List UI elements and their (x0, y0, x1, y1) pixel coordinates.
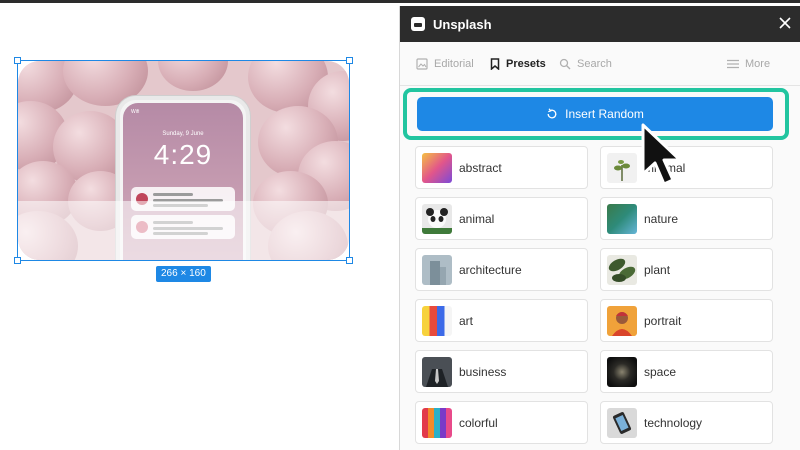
preset-label: portrait (644, 314, 682, 328)
tab-search[interactable]: Search (559, 42, 612, 86)
preset-thumbnail (422, 204, 452, 234)
preset-thumbnail (607, 204, 637, 234)
tab-label: Presets (506, 58, 546, 70)
preset-label: architecture (459, 263, 522, 277)
mouse-cursor-icon (641, 123, 682, 186)
preset-label: nature (644, 212, 679, 226)
preset-business[interactable]: business (415, 350, 588, 393)
preset-label: technology (644, 416, 703, 430)
menu-icon (727, 59, 739, 69)
preset-art[interactable]: art (415, 299, 588, 342)
panel-title: Unsplash (433, 17, 492, 32)
preset-label: animal (459, 212, 495, 226)
refresh-icon (546, 108, 558, 120)
close-icon[interactable] (779, 13, 791, 33)
bookmark-icon (490, 58, 500, 70)
preset-thumbnail (422, 255, 452, 285)
image-icon (416, 58, 428, 70)
preset-thumbnail (607, 255, 637, 285)
preset-label: abstract (459, 161, 502, 175)
preset-thumbnail (607, 408, 637, 438)
tab-label: Editorial (434, 58, 474, 70)
tab-label: Search (577, 58, 612, 70)
panel-header: Unsplash (400, 6, 800, 42)
preset-label: space (644, 365, 677, 379)
preset-colorful[interactable]: colorful (415, 401, 588, 444)
preset-thumbnail (422, 153, 452, 183)
resize-handle-bottom-left[interactable] (14, 257, 21, 264)
resize-handle-bottom-right[interactable] (346, 257, 353, 264)
image-reflection-overlay (18, 201, 349, 260)
insert-random-button[interactable]: Insert Random (417, 97, 773, 131)
preset-animal[interactable]: animal (415, 197, 588, 240)
preset-thumbnail (607, 306, 637, 336)
preset-label: art (459, 314, 474, 328)
preset-architecture[interactable]: architecture (415, 248, 588, 291)
tab-label: More (745, 58, 771, 70)
phone-status-text: Wifi (131, 109, 140, 115)
search-icon (559, 58, 571, 70)
canvas-image: Wifi Sunday, 9 June 4:29 (18, 61, 349, 260)
preset-label: colorful (459, 416, 498, 430)
preset-abstract[interactable]: abstract (415, 146, 588, 189)
dimensions-badge: 266 × 160 (156, 266, 211, 282)
preset-thumbnail (607, 153, 637, 183)
tab-presets[interactable]: Presets (490, 42, 546, 86)
top-toolbar-strip (0, 0, 800, 3)
unsplash-plugin-panel: Unsplash Editorial Presets Search More I… (399, 6, 800, 450)
tab-bar: Editorial Presets Search More (400, 42, 800, 86)
insert-random-highlight: Insert Random (403, 88, 789, 140)
preset-space[interactable]: space (600, 350, 773, 393)
preset-portrait[interactable]: portrait (600, 299, 773, 342)
preset-technology[interactable]: technology (600, 401, 773, 444)
preset-label: plant (644, 263, 671, 277)
resize-handle-top-left[interactable] (14, 57, 21, 64)
selected-image-frame[interactable]: Wifi Sunday, 9 June 4:29 (14, 57, 353, 264)
preset-thumbnail (422, 357, 452, 387)
preset-thumbnail (422, 306, 452, 336)
tab-editorial[interactable]: Editorial (416, 42, 474, 86)
preset-thumbnail (422, 408, 452, 438)
preset-nature[interactable]: nature (600, 197, 773, 240)
insert-random-label: Insert Random (565, 107, 644, 121)
phone-time-text: 4:29 (153, 139, 213, 170)
phone-date-text: Sunday, 9 June (162, 131, 204, 137)
preset-label: business (459, 365, 507, 379)
resize-handle-top-right[interactable] (346, 57, 353, 64)
tab-more[interactable]: More (727, 42, 770, 86)
preset-thumbnail (607, 357, 637, 387)
unsplash-logo-icon (411, 17, 425, 31)
preset-plant[interactable]: plant (600, 248, 773, 291)
